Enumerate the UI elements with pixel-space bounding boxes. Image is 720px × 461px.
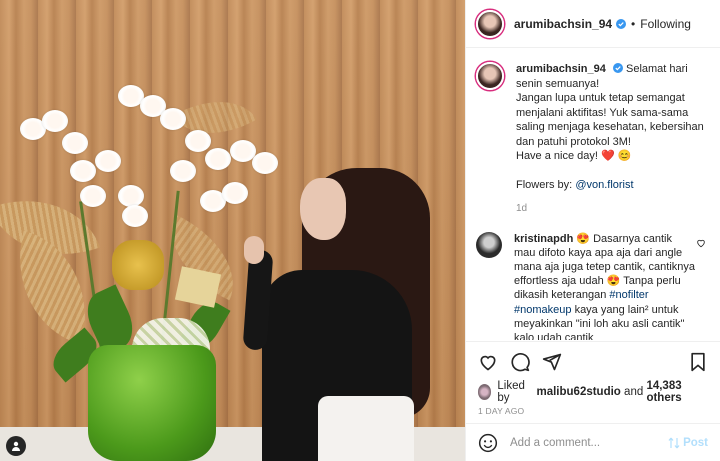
following-button[interactable]: Following <box>640 17 691 31</box>
orchid-flower <box>80 185 106 207</box>
verified-badge-icon <box>612 63 623 73</box>
add-comment-bar: Post <box>466 423 720 461</box>
comment-icon[interactable] <box>510 352 530 372</box>
woman-white-skirt <box>318 396 414 461</box>
caption-line: Jangan lupa untuk tetap semangat menjala… <box>516 92 704 148</box>
woman-hand <box>244 236 264 264</box>
post-comment-button[interactable]: Post <box>668 437 708 449</box>
post-button-label: Post <box>683 436 708 449</box>
orchid-flower <box>62 132 88 154</box>
user-tag-icon[interactable] <box>6 436 26 456</box>
orchid-flower <box>95 150 121 172</box>
orchid-flower <box>42 110 68 132</box>
orchid-flower <box>70 160 96 182</box>
green-vase <box>88 345 216 461</box>
caption-age: 1d <box>516 202 528 214</box>
likes-summary: Liked by malibu62studio and 14,383 other… <box>466 380 720 404</box>
gold-cake-topper <box>112 240 164 290</box>
caption-author-link[interactable]: arumibachsin_94 <box>516 63 606 75</box>
share-icon[interactable] <box>542 352 562 372</box>
commenter-avatar[interactable] <box>476 231 502 258</box>
add-comment-input[interactable] <box>510 436 669 449</box>
username-link[interactable]: arumibachsin_94 <box>514 17 612 31</box>
emoji-icon[interactable] <box>478 433 498 453</box>
orchid-flower <box>205 148 231 170</box>
florist-mention-link[interactable]: @von.florist <box>575 179 633 191</box>
caption-line: Have a nice day! ❤️ 😊 <box>516 150 632 162</box>
orchid-flower <box>185 130 211 152</box>
separator-dot: • <box>631 16 636 31</box>
heart-icon[interactable] <box>478 352 498 372</box>
caption-text: arumibachsin_94 Selamat hari senin semua… <box>516 62 710 193</box>
likes-and: and <box>624 386 644 398</box>
likes-prefix: Liked by <box>497 380 525 404</box>
orchid-flower <box>160 108 186 130</box>
liker-username-link[interactable]: malibu62studio <box>536 386 620 398</box>
post-timestamp: 1 DAY AGO <box>478 406 525 416</box>
orchid-flower <box>252 152 278 174</box>
orchid-flower <box>118 185 144 207</box>
comments-section[interactable]: arumibachsin_94 Selamat hari senin semua… <box>466 48 720 341</box>
avatar[interactable] <box>476 62 504 90</box>
post-photo[interactable] <box>0 0 465 461</box>
orchid-flower <box>122 205 148 227</box>
flowers-credit-label: Flowers by: <box>516 179 573 191</box>
verified-badge-icon <box>616 18 627 29</box>
instagram-post: arumibachsin_94 • Following arumibachsin… <box>0 0 720 461</box>
comment-text: kristinapdh 😍 Dasarnya cantik mau difoto… <box>514 232 696 340</box>
post-header: arumibachsin_94 • Following <box>466 0 720 48</box>
orchid-flower <box>222 182 248 204</box>
orchid-flower <box>170 160 196 182</box>
avatar[interactable] <box>476 9 504 38</box>
liker-avatar[interactable] <box>478 384 492 400</box>
likes-count-link[interactable]: 14,383 others <box>646 380 708 404</box>
post-arrows-icon <box>668 437 680 448</box>
bookmark-icon[interactable] <box>688 352 708 372</box>
commenter-username-link[interactable]: kristinapdh <box>514 233 573 245</box>
action-bar <box>466 341 720 381</box>
comment-like-heart-icon[interactable] <box>696 238 706 248</box>
woman-face <box>300 178 346 240</box>
caption: arumibachsin_94 Selamat hari senin semua… <box>476 62 710 193</box>
post-side-panel: arumibachsin_94 • Following arumibachsin… <box>465 0 720 461</box>
comment-item: kristinapdh 😍 Dasarnya cantik mau difoto… <box>476 231 710 340</box>
